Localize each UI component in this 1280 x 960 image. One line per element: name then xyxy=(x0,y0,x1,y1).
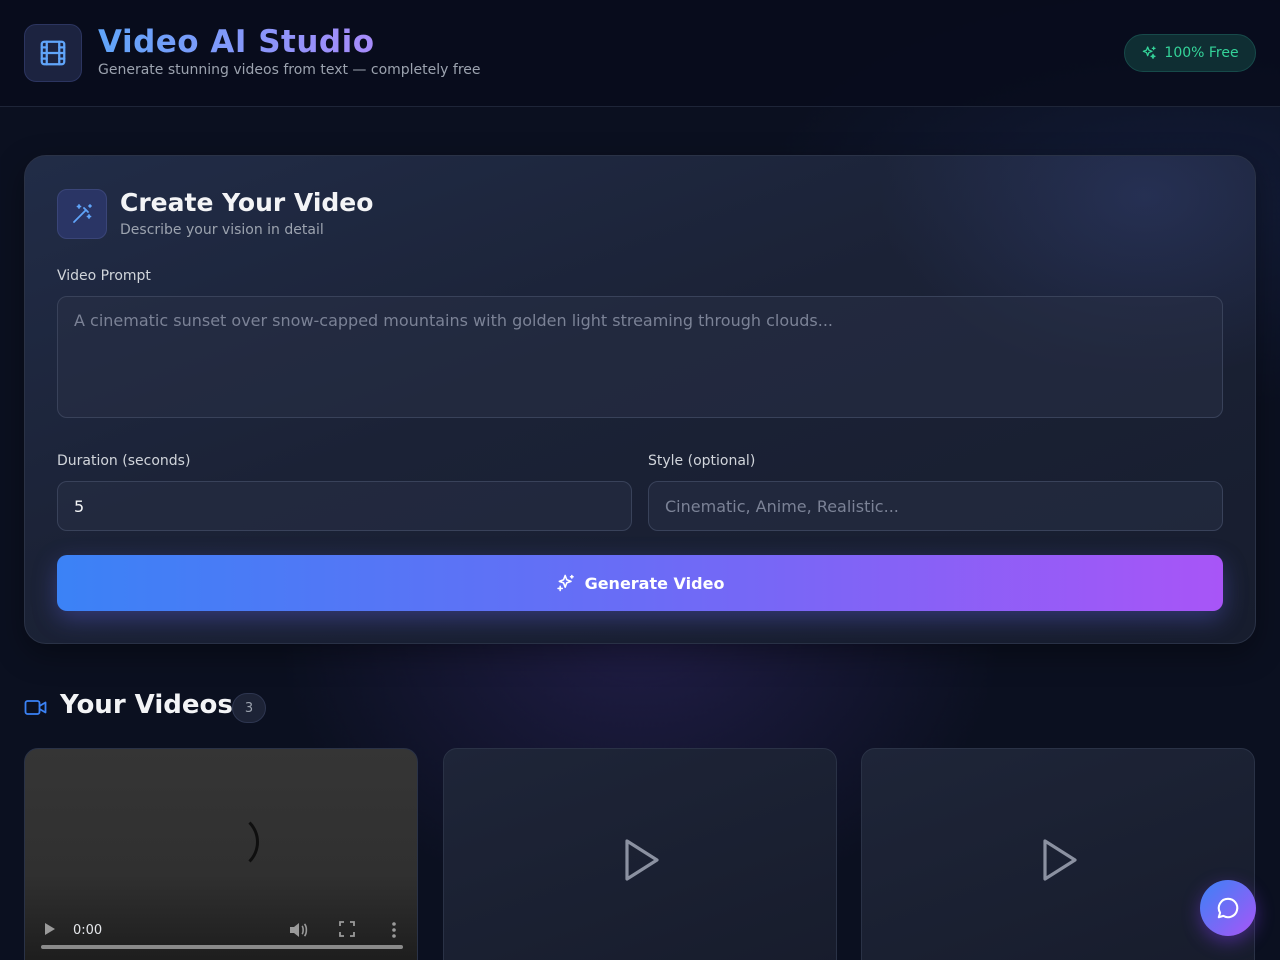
video-card-player[interactable]: 0:00 xyxy=(24,748,418,960)
videos-section-title: Your Videos xyxy=(60,690,233,720)
duration-input[interactable] xyxy=(57,481,632,531)
free-badge-label: 100% Free xyxy=(1164,45,1239,61)
card-icon-box xyxy=(57,189,107,239)
generate-video-label: Generate Video xyxy=(584,573,725,593)
free-badge: 100% Free xyxy=(1124,34,1256,72)
video-card[interactable] xyxy=(443,748,837,960)
video-controls: 0:00 xyxy=(25,907,417,957)
app-subtitle: Generate stunning videos from text — com… xyxy=(98,62,481,78)
play-icon[interactable] xyxy=(622,837,662,883)
style-label: Style (optional) xyxy=(648,453,756,469)
card-title: Create Your Video xyxy=(120,188,374,217)
video-progress-bar[interactable] xyxy=(41,945,403,949)
chat-bubble-icon xyxy=(1217,897,1239,919)
videos-count-badge: 3 xyxy=(232,693,266,723)
prompt-label: Video Prompt xyxy=(57,268,151,284)
video-camera-icon xyxy=(24,700,47,715)
app-header: Video AI Studio Generate stunning videos… xyxy=(0,0,1280,107)
play-icon[interactable] xyxy=(1040,837,1080,883)
prompt-input[interactable] xyxy=(57,296,1223,418)
video-time: 0:00 xyxy=(73,923,103,938)
app-title: Video AI Studio xyxy=(98,24,375,60)
film-icon xyxy=(40,40,66,66)
generate-video-button[interactable]: Generate Video xyxy=(57,555,1223,611)
volume-icon[interactable] xyxy=(288,921,308,939)
magic-wand-icon xyxy=(73,204,92,223)
sparkles-icon xyxy=(1143,46,1157,59)
chat-button[interactable] xyxy=(1200,880,1256,936)
fullscreen-icon[interactable] xyxy=(339,921,355,937)
loading-spinner-icon xyxy=(201,813,259,871)
more-options-icon[interactable] xyxy=(391,921,397,939)
card-subtitle: Describe your vision in detail xyxy=(120,222,324,238)
style-input[interactable] xyxy=(648,481,1223,531)
create-video-card: Create Your Video Describe your vision i… xyxy=(24,155,1256,644)
duration-label: Duration (seconds) xyxy=(57,453,191,469)
app-logo xyxy=(24,24,82,82)
sparkles-icon xyxy=(556,574,574,592)
play-icon[interactable] xyxy=(43,921,57,937)
video-card[interactable] xyxy=(861,748,1255,960)
